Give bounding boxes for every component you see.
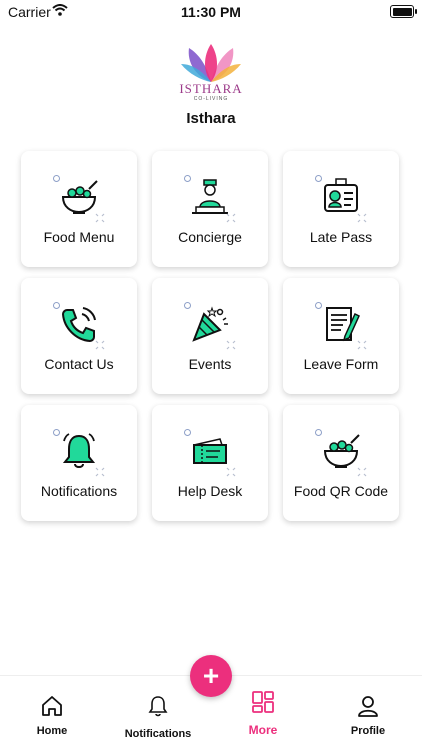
grid-icon: [252, 691, 274, 713]
add-button[interactable]: +: [190, 655, 232, 697]
nav-label: Profile: [350, 725, 386, 737]
battery-icon: [390, 5, 417, 18]
phone-icon: [61, 307, 96, 343]
tile-label: Contact Us: [44, 356, 114, 372]
tile-notifications[interactable]: Notifications: [21, 405, 137, 521]
sparkle-icon: [357, 467, 367, 477]
nav-label: Notifications: [124, 728, 192, 740]
sparkle-icon: [357, 340, 367, 350]
tile-label: Notifications: [40, 483, 118, 499]
nav-label: More: [248, 723, 278, 737]
sparkle-icon: [226, 340, 236, 350]
bell-icon: [62, 433, 96, 468]
sparkle-icon: [95, 213, 105, 223]
tile-label: Concierge: [178, 229, 242, 245]
id-card-icon: [324, 178, 358, 212]
bell-icon: [148, 696, 168, 717]
tile-label: Food Menu: [43, 229, 115, 245]
sparkle-icon: [226, 213, 236, 223]
tile-late-pass[interactable]: Late Pass: [283, 151, 399, 267]
tile-leave-form[interactable]: Leave Form: [283, 278, 399, 394]
tile-label: Help Desk: [177, 483, 243, 499]
tile-food-qr-code[interactable]: Food QR Code: [283, 405, 399, 521]
concierge-icon: [192, 179, 228, 214]
nav-label: Home: [36, 725, 68, 737]
food-bowl-icon: [323, 434, 360, 468]
tile-label: Leave Form: [303, 356, 379, 372]
nav-home[interactable]: Home: [2, 676, 102, 751]
tile-concierge[interactable]: Concierge: [152, 151, 268, 267]
form-icon: [326, 307, 360, 342]
tile-events[interactable]: Events: [152, 278, 268, 394]
tile-label: Late Pass: [309, 229, 373, 245]
tile-food-menu[interactable]: Food Menu: [21, 151, 137, 267]
status-bar: Carrier 11:30 PM: [0, 0, 422, 24]
plus-icon: +: [202, 660, 220, 691]
org-name: Isthara: [186, 110, 236, 127]
user-icon: [358, 696, 378, 717]
clock: 11:30 PM: [181, 4, 241, 20]
sparkle-icon: [357, 213, 367, 223]
food-bowl-icon: [61, 180, 98, 214]
ticket-icon: [193, 438, 227, 464]
tile-contact-us[interactable]: Contact Us: [21, 278, 137, 394]
sparkle-icon: [95, 340, 105, 350]
logo-wordmark: ISTHARA: [179, 81, 243, 96]
nav-profile[interactable]: Profile: [318, 676, 418, 751]
logo-tagline: CO-LIVING: [193, 96, 229, 102]
home-icon: [42, 696, 62, 716]
tile-label: Food QR Code: [293, 483, 389, 499]
tile-label: Events: [188, 356, 232, 372]
party-popper-icon: [192, 306, 228, 342]
tile-help-desk[interactable]: Help Desk: [152, 405, 268, 521]
sparkle-icon: [95, 467, 105, 477]
sparkle-icon: [226, 467, 236, 477]
